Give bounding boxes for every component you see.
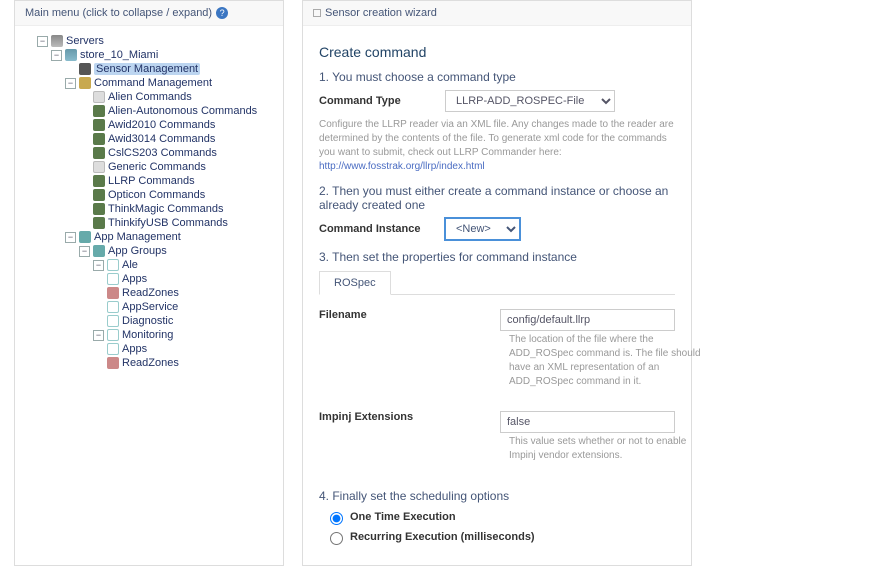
- readzone-icon: [107, 357, 119, 369]
- main-header-title: Sensor creation wizard: [325, 7, 437, 19]
- square-icon: [313, 9, 321, 17]
- chip-icon: [93, 133, 105, 145]
- collapse-icon[interactable]: −: [93, 260, 104, 271]
- sidebar-panel: Main menu (click to collapse / expand) ?…: [14, 0, 284, 566]
- tree-app-management[interactable]: − App Management: [65, 230, 279, 244]
- one-time-radio[interactable]: [330, 512, 343, 525]
- tab-rospec[interactable]: ROSpec: [319, 271, 391, 295]
- recurring-label: Recurring Execution (milliseconds): [350, 531, 535, 543]
- tree-opticon[interactable]: Opticon Commands: [79, 188, 279, 202]
- impinj-label: Impinj Extensions: [319, 411, 500, 433]
- props-tabs: ROSpec: [319, 270, 675, 295]
- server-icon: [51, 35, 63, 47]
- page-icon: [107, 273, 119, 285]
- tree-command-management[interactable]: − Command Management: [65, 76, 279, 90]
- tree-awid2010[interactable]: Awid2010 Commands: [79, 118, 279, 132]
- collapse-icon[interactable]: −: [51, 50, 62, 61]
- one-time-label: One Time Execution: [350, 511, 456, 523]
- folder-icon: [93, 91, 105, 103]
- tree-llrp[interactable]: LLRP Commands: [79, 174, 279, 188]
- tree-thinkmagic[interactable]: ThinkMagic Commands: [79, 202, 279, 216]
- tree-generic[interactable]: Generic Commands: [79, 160, 279, 174]
- tree-app-groups[interactable]: − App Groups: [79, 244, 279, 258]
- tree-mon-readzones[interactable]: ReadZones: [107, 356, 279, 370]
- impinj-input[interactable]: [500, 411, 675, 433]
- app-icon: [79, 231, 91, 243]
- store-icon: [65, 49, 77, 61]
- tree-thinkifyusb[interactable]: ThinkifyUSB Commands: [79, 216, 279, 230]
- appgroups-icon: [93, 245, 105, 257]
- readzone-icon: [107, 287, 119, 299]
- collapse-icon[interactable]: −: [37, 36, 48, 47]
- collapse-icon[interactable]: −: [65, 232, 76, 243]
- step1-heading: 1. You must choose a command type: [319, 70, 675, 84]
- recurring-radio[interactable]: [330, 532, 343, 545]
- sidebar-header[interactable]: Main menu (click to collapse / expand) ?: [15, 1, 283, 26]
- page-icon: [107, 343, 119, 355]
- tree-appservice[interactable]: AppService: [93, 300, 279, 314]
- main-header: Sensor creation wizard: [303, 1, 691, 26]
- chip-icon: [93, 175, 105, 187]
- tree-alien-autonomous[interactable]: Alien-Autonomous Commands: [79, 104, 279, 118]
- command-type-select[interactable]: LLRP-ADD_ROSPEC-File: [445, 90, 615, 112]
- tree-servers[interactable]: − Servers: [37, 34, 279, 48]
- command-type-label: Command Type: [319, 95, 429, 107]
- command-instance-label: Command Instance: [319, 223, 429, 235]
- command-instance-select[interactable]: <New>: [445, 218, 520, 240]
- collapse-icon[interactable]: −: [65, 78, 76, 89]
- tree-awid3014[interactable]: Awid3014 Commands: [79, 132, 279, 146]
- main-panel: Sensor creation wizard Create command 1.…: [302, 0, 692, 566]
- tree-ale-readzones[interactable]: ReadZones: [107, 286, 279, 300]
- tree-ale[interactable]: − Ale: [93, 258, 279, 272]
- chip-icon: [93, 105, 105, 117]
- page-icon: [107, 329, 119, 341]
- chip-icon: [93, 119, 105, 131]
- filename-label: Filename: [319, 309, 500, 331]
- tree-mon-apps[interactable]: Apps: [107, 342, 279, 356]
- step3-heading: 3. Then set the properties for command i…: [319, 250, 675, 264]
- tree-sensor-management[interactable]: Sensor Management: [65, 62, 279, 76]
- tree-monitoring[interactable]: − Monitoring: [93, 328, 279, 342]
- chip-icon: [93, 189, 105, 201]
- page-icon: [107, 301, 119, 313]
- help-icon[interactable]: ?: [216, 7, 228, 19]
- tree-alien-commands[interactable]: Alien Commands: [79, 90, 279, 104]
- chip-icon: [93, 217, 105, 229]
- step2-heading: 2. Then you must either create a command…: [319, 184, 675, 212]
- tree-diagnostic[interactable]: Diagnostic: [93, 314, 279, 328]
- filename-hint: The location of the file where the ADD_R…: [509, 333, 704, 389]
- chip-icon: [93, 147, 105, 159]
- collapse-icon[interactable]: −: [93, 330, 104, 341]
- tree-csl[interactable]: CslCS203 Commands: [79, 146, 279, 160]
- sidebar-title: Main menu (click to collapse / expand): [25, 7, 212, 19]
- command-icon: [79, 77, 91, 89]
- impinj-hint: This value sets whether or not to enable…: [509, 435, 704, 463]
- page-icon: [107, 315, 119, 327]
- tree-ale-apps[interactable]: Apps: [107, 272, 279, 286]
- filename-input[interactable]: [500, 309, 675, 331]
- sensor-icon: [79, 63, 91, 75]
- page-title: Create command: [319, 44, 675, 60]
- step1-hint: Configure the LLRP reader via an XML fil…: [319, 118, 675, 174]
- spacer: [65, 64, 76, 75]
- collapse-icon[interactable]: −: [79, 246, 90, 257]
- chip-icon: [93, 203, 105, 215]
- step4-heading: 4. Finally set the scheduling options: [319, 489, 675, 503]
- folder-icon: [93, 161, 105, 173]
- tree-store[interactable]: − store_10_Miami: [51, 48, 279, 62]
- llrp-commander-link[interactable]: http://www.fosstrak.org/llrp/index.html: [319, 161, 485, 172]
- nav-tree: − Servers − store_10_Miami Sensor Manage…: [15, 26, 283, 382]
- page-icon: [107, 259, 119, 271]
